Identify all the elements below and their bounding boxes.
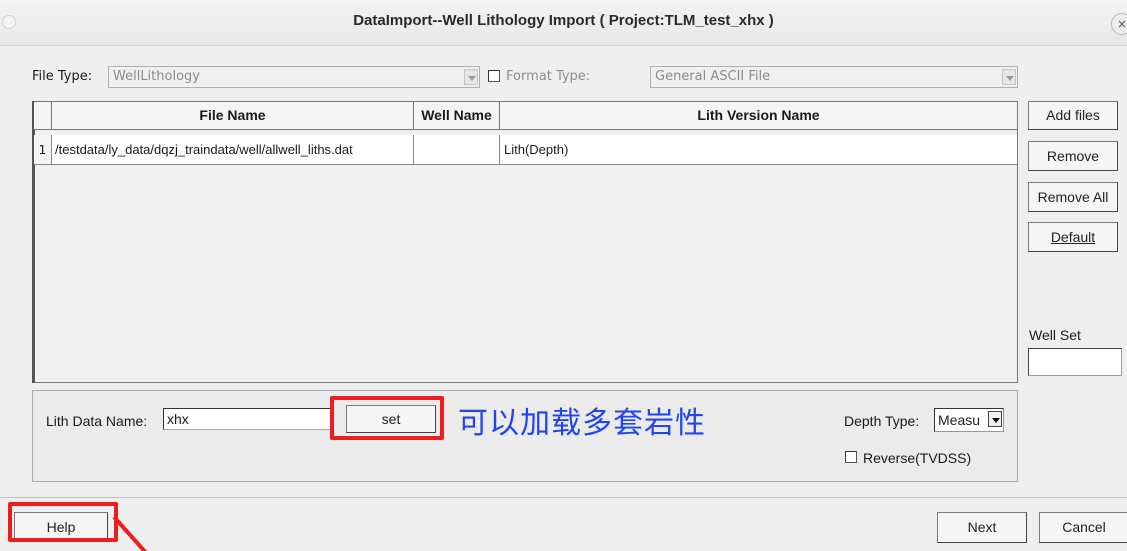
- default-button[interactable]: Default: [1028, 222, 1118, 252]
- help-button-highlight: [8, 502, 118, 542]
- well-set-input[interactable]: [1028, 348, 1122, 376]
- row-header-corner: [34, 102, 52, 130]
- format-type-select[interactable]: General ASCII File: [650, 66, 1018, 88]
- row-number: 1: [34, 135, 52, 165]
- file-type-select[interactable]: WellLithology: [108, 66, 480, 88]
- default-button-label: Default: [1050, 229, 1096, 245]
- column-header-file-name[interactable]: File Name: [52, 102, 414, 130]
- chevron-down-icon[interactable]: [1002, 69, 1016, 85]
- cancel-button[interactable]: Cancel: [1039, 512, 1127, 543]
- depth-type-value: Measu: [938, 412, 981, 428]
- depth-type-select[interactable]: Measu: [934, 408, 1004, 432]
- column-header-well-name[interactable]: Well Name: [414, 102, 500, 130]
- reverse-tvdss-checkbox[interactable]: [845, 451, 857, 463]
- well-set-label: Well Set: [1029, 327, 1081, 343]
- annotation-arrow-icon: [112, 515, 148, 551]
- cell-file-name[interactable]: /testdata/ly_data/dqzj_traindata/well/al…: [52, 135, 414, 165]
- cell-lith-version[interactable]: Lith(Depth): [500, 135, 1017, 165]
- add-files-button[interactable]: Add files: [1028, 101, 1118, 130]
- chevron-down-icon[interactable]: [988, 411, 1002, 427]
- lith-data-name-input[interactable]: xhx: [163, 408, 331, 430]
- format-type-label: Format Type:: [506, 69, 591, 84]
- lith-data-name-label: Lith Data Name:: [46, 413, 148, 429]
- format-type-checkbox[interactable]: [488, 70, 500, 82]
- remove-all-button[interactable]: Remove All: [1028, 182, 1118, 212]
- set-button-highlight: [330, 396, 444, 440]
- chevron-down-icon[interactable]: [464, 69, 478, 85]
- file-type-value: WellLithology: [113, 69, 200, 84]
- footer-divider: [0, 497, 1127, 498]
- remove-button[interactable]: Remove: [1028, 141, 1118, 171]
- cell-well-name[interactable]: [414, 135, 500, 165]
- close-icon[interactable]: ×: [1111, 13, 1127, 35]
- format-type-value: General ASCII File: [655, 69, 771, 84]
- window-title: DataImport--Well Lithology Import ( Proj…: [353, 12, 774, 29]
- next-button[interactable]: Next: [937, 512, 1027, 543]
- reverse-tvdss-label: Reverse(TVDSS): [863, 450, 972, 466]
- depth-type-label: Depth Type:: [844, 413, 920, 429]
- column-header-lith-version[interactable]: Lith Version Name: [500, 102, 1017, 130]
- file-type-label: File Type:: [32, 69, 93, 84]
- annotation-text: 可以加载多套岩性: [458, 406, 706, 441]
